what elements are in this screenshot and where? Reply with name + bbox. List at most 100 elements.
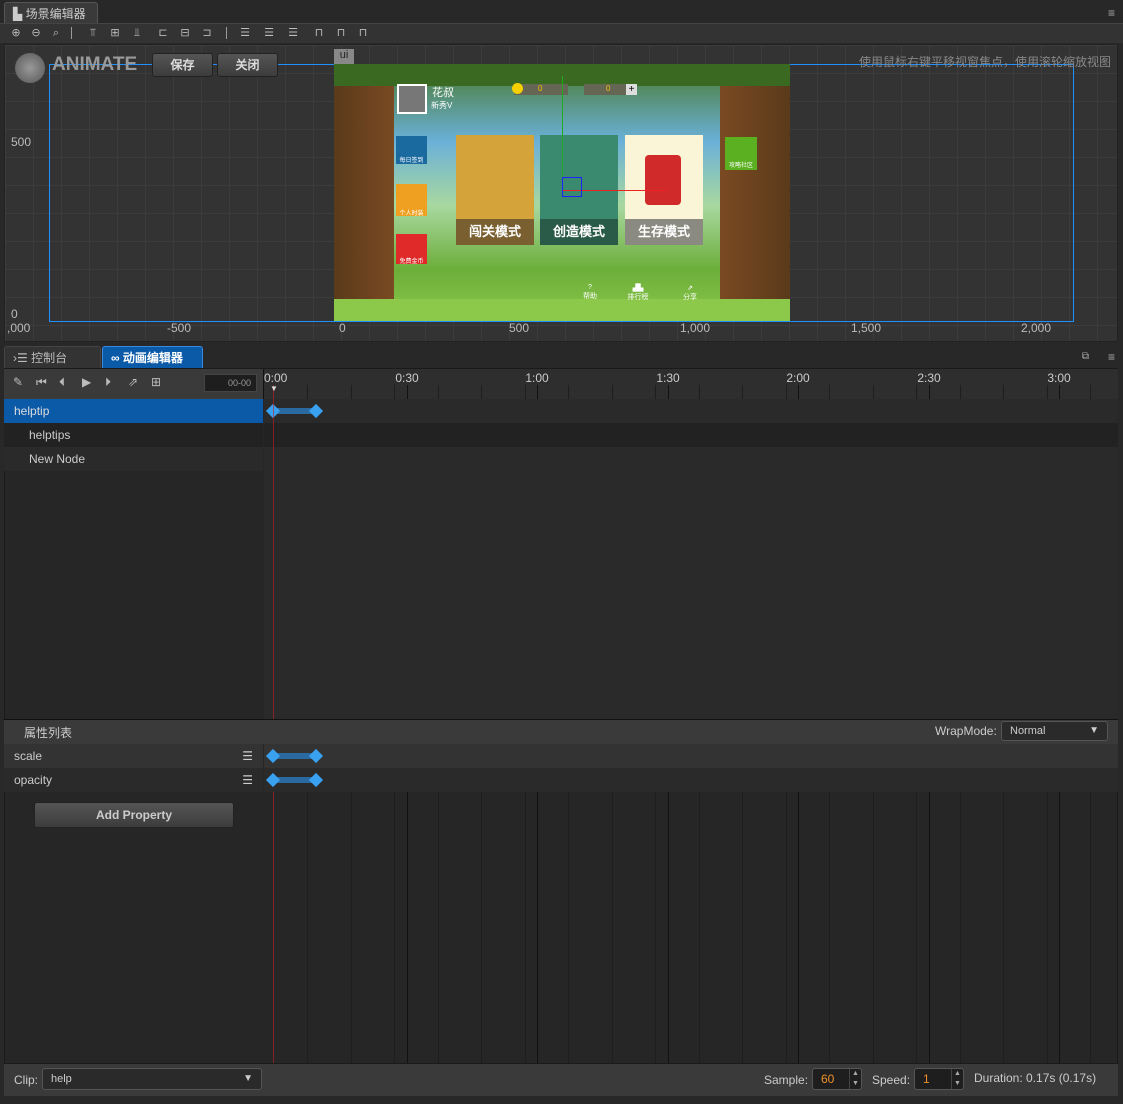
properties-title: 属性列表 bbox=[24, 726, 73, 740]
close-button[interactable]: 关闭 bbox=[217, 53, 278, 77]
avatar[interactable] bbox=[397, 84, 427, 114]
gizmo-y-axis[interactable] bbox=[562, 76, 563, 178]
tab-console[interactable]: ›☰ 控制台 bbox=[4, 346, 101, 368]
animate-mode-label: ANIMATE bbox=[52, 54, 138, 75]
add-icon[interactable]: + bbox=[626, 84, 637, 95]
jump-first-icon[interactable]: ⏮ bbox=[36, 375, 47, 390]
daily-checkin-button[interactable]: 每日签到 bbox=[396, 136, 427, 164]
x-tick: -500 bbox=[167, 321, 192, 335]
add-property-button[interactable]: Add Property bbox=[34, 802, 234, 828]
menu-icon[interactable]: ≡ bbox=[1108, 350, 1115, 364]
property-track[interactable] bbox=[264, 768, 1118, 792]
wrap-mode-select[interactable]: Normal ▼ bbox=[1001, 721, 1108, 741]
speed-input[interactable]: 1 ▲ ▼ bbox=[914, 1068, 964, 1090]
mode-card-level[interactable]: 闯关模式 bbox=[456, 135, 534, 245]
ground bbox=[334, 299, 790, 321]
node-track[interactable] bbox=[264, 423, 1118, 447]
export-icon[interactable]: ⇗ bbox=[128, 375, 138, 389]
node-row[interactable]: New Node bbox=[4, 447, 263, 471]
scene-view[interactable]: ANIMATE 保存 关闭 ui 使用鼠标右键平移视窗焦点，使用滚轮缩放视图 5… bbox=[4, 44, 1118, 342]
tree-right bbox=[720, 64, 790, 321]
zoom-out-icon[interactable]: ⊖ bbox=[29, 26, 43, 40]
frame-input[interactable]: 00-00 bbox=[204, 374, 257, 392]
y-tick: 500 bbox=[11, 135, 32, 149]
distribute-vcenter-icon[interactable]: ☰ bbox=[262, 26, 276, 40]
clip-label: Clip: bbox=[14, 1073, 39, 1087]
x-tick: 500 bbox=[509, 321, 530, 335]
coin-icon bbox=[512, 83, 523, 94]
zoom-in-icon[interactable]: ⊕ bbox=[9, 26, 23, 40]
wrap-mode-label: WrapMode: bbox=[935, 724, 997, 738]
property-row[interactable]: opacity ☰ bbox=[4, 768, 263, 792]
align-right-icon[interactable]: ⊐ bbox=[200, 26, 214, 40]
x-tick: 0 bbox=[339, 321, 346, 335]
popout-icon[interactable]: ⧉ bbox=[1082, 351, 1089, 362]
duration-text: Duration: 0.17s (0.17s) bbox=[974, 1071, 1097, 1085]
align-left-icon[interactable]: ⊏ bbox=[156, 26, 170, 40]
clip-select[interactable]: help ▼ bbox=[42, 1068, 262, 1090]
tab-scene-editor[interactable]: ▙ 场景编辑器 bbox=[4, 2, 98, 24]
x-tick: 2,000 bbox=[1021, 321, 1052, 335]
spinner-icon[interactable]: ▲ ▼ bbox=[849, 1069, 861, 1089]
property-row[interactable]: scale ☰ bbox=[4, 744, 263, 768]
menu-icon[interactable]: ≡ bbox=[1108, 6, 1115, 20]
console-icon: ›☰ bbox=[13, 351, 32, 365]
sample-label: Sample: bbox=[764, 1073, 809, 1087]
speed-label: Speed: bbox=[872, 1073, 911, 1087]
player-name: 花叔 bbox=[432, 87, 454, 99]
playhead-marker-icon[interactable]: ▼ bbox=[270, 384, 278, 393]
edit-icon[interactable]: ✎ bbox=[13, 375, 23, 389]
canvas-tag: ui bbox=[334, 49, 354, 64]
chevron-down-icon: ▼ bbox=[1089, 725, 1099, 736]
distribute-left-icon[interactable]: ⊓ bbox=[312, 26, 326, 40]
node-track[interactable] bbox=[264, 399, 1118, 423]
x-tick: 1,000 bbox=[680, 321, 711, 335]
ruler-label: 3:00 bbox=[1047, 371, 1071, 385]
align-vcenter-icon[interactable]: ⊞ bbox=[108, 26, 122, 40]
ruler-label: 2:00 bbox=[786, 371, 810, 385]
node-track[interactable] bbox=[264, 447, 1118, 471]
node-row[interactable]: helptip bbox=[4, 399, 263, 423]
align-top-icon[interactable]: ⫪ bbox=[86, 26, 100, 40]
node-row[interactable]: helptips bbox=[4, 423, 263, 447]
property-track[interactable] bbox=[264, 744, 1118, 768]
x-tick: ,000 bbox=[7, 321, 31, 335]
ruler-label: 0:30 bbox=[395, 371, 419, 385]
prev-frame-icon[interactable]: ⏴ bbox=[59, 375, 65, 390]
costume-button[interactable]: 个人时装 bbox=[396, 184, 427, 217]
zoom-reset-icon[interactable]: ⌕ bbox=[49, 26, 63, 40]
free-coins-button[interactable]: 免费金币 bbox=[396, 234, 427, 265]
ruler-label: 0:00 bbox=[264, 371, 288, 385]
divider bbox=[226, 27, 227, 39]
align-hcenter-icon[interactable]: ⊟ bbox=[178, 26, 192, 40]
play-icon[interactable]: ▶ bbox=[82, 375, 91, 389]
distribute-hcenter-icon[interactable]: ⊓ bbox=[334, 26, 348, 40]
sample-input[interactable]: 60 ▲ ▼ bbox=[812, 1068, 862, 1090]
property-menu-icon[interactable]: ☰ bbox=[242, 768, 253, 792]
player-level: 新秀V bbox=[431, 101, 453, 110]
distribute-right-icon[interactable]: ⊓ bbox=[356, 26, 370, 40]
save-button[interactable]: 保存 bbox=[152, 53, 213, 77]
leaderboard-button[interactable]: ▟▙ 排行榜 bbox=[624, 284, 652, 302]
chevron-down-icon: ▼ bbox=[243, 1073, 253, 1084]
distribute-bottom-icon[interactable]: ☰ bbox=[286, 26, 300, 40]
community-button[interactable]: 攻略社区 bbox=[725, 137, 757, 170]
scene-hint: 使用鼠标右键平移视窗焦点，使用滚轮缩放视图 bbox=[858, 55, 1111, 69]
ruler-label: 1:00 bbox=[525, 371, 549, 385]
gizmo-center[interactable] bbox=[562, 177, 582, 197]
tab-animation-editor[interactable]: ∞ 动画编辑器 bbox=[102, 346, 203, 368]
ruler-label: 1:30 bbox=[656, 371, 680, 385]
add-event-icon[interactable]: ⊞ bbox=[151, 375, 161, 389]
game-preview[interactable]: 花叔 新秀V 0 0 + 每日签到 个人时装 免费金币 攻略社区 闯关模式 创造… bbox=[334, 64, 790, 321]
divider bbox=[71, 27, 72, 39]
share-button[interactable]: ⇗ 分享 bbox=[678, 284, 702, 302]
animation-icon: ∞ bbox=[111, 351, 123, 365]
ruler-label: 2:30 bbox=[917, 371, 941, 385]
property-menu-icon[interactable]: ☰ bbox=[242, 744, 253, 768]
help-button[interactable]: ? 帮助 bbox=[578, 284, 602, 301]
align-bottom-icon[interactable]: ⫫ bbox=[130, 26, 144, 40]
next-frame-icon[interactable]: ⏵ bbox=[105, 375, 111, 390]
timeline-ruler[interactable] bbox=[263, 369, 1118, 399]
distribute-top-icon[interactable]: ☰ bbox=[238, 26, 252, 40]
spinner-icon[interactable]: ▲ ▼ bbox=[951, 1069, 963, 1089]
